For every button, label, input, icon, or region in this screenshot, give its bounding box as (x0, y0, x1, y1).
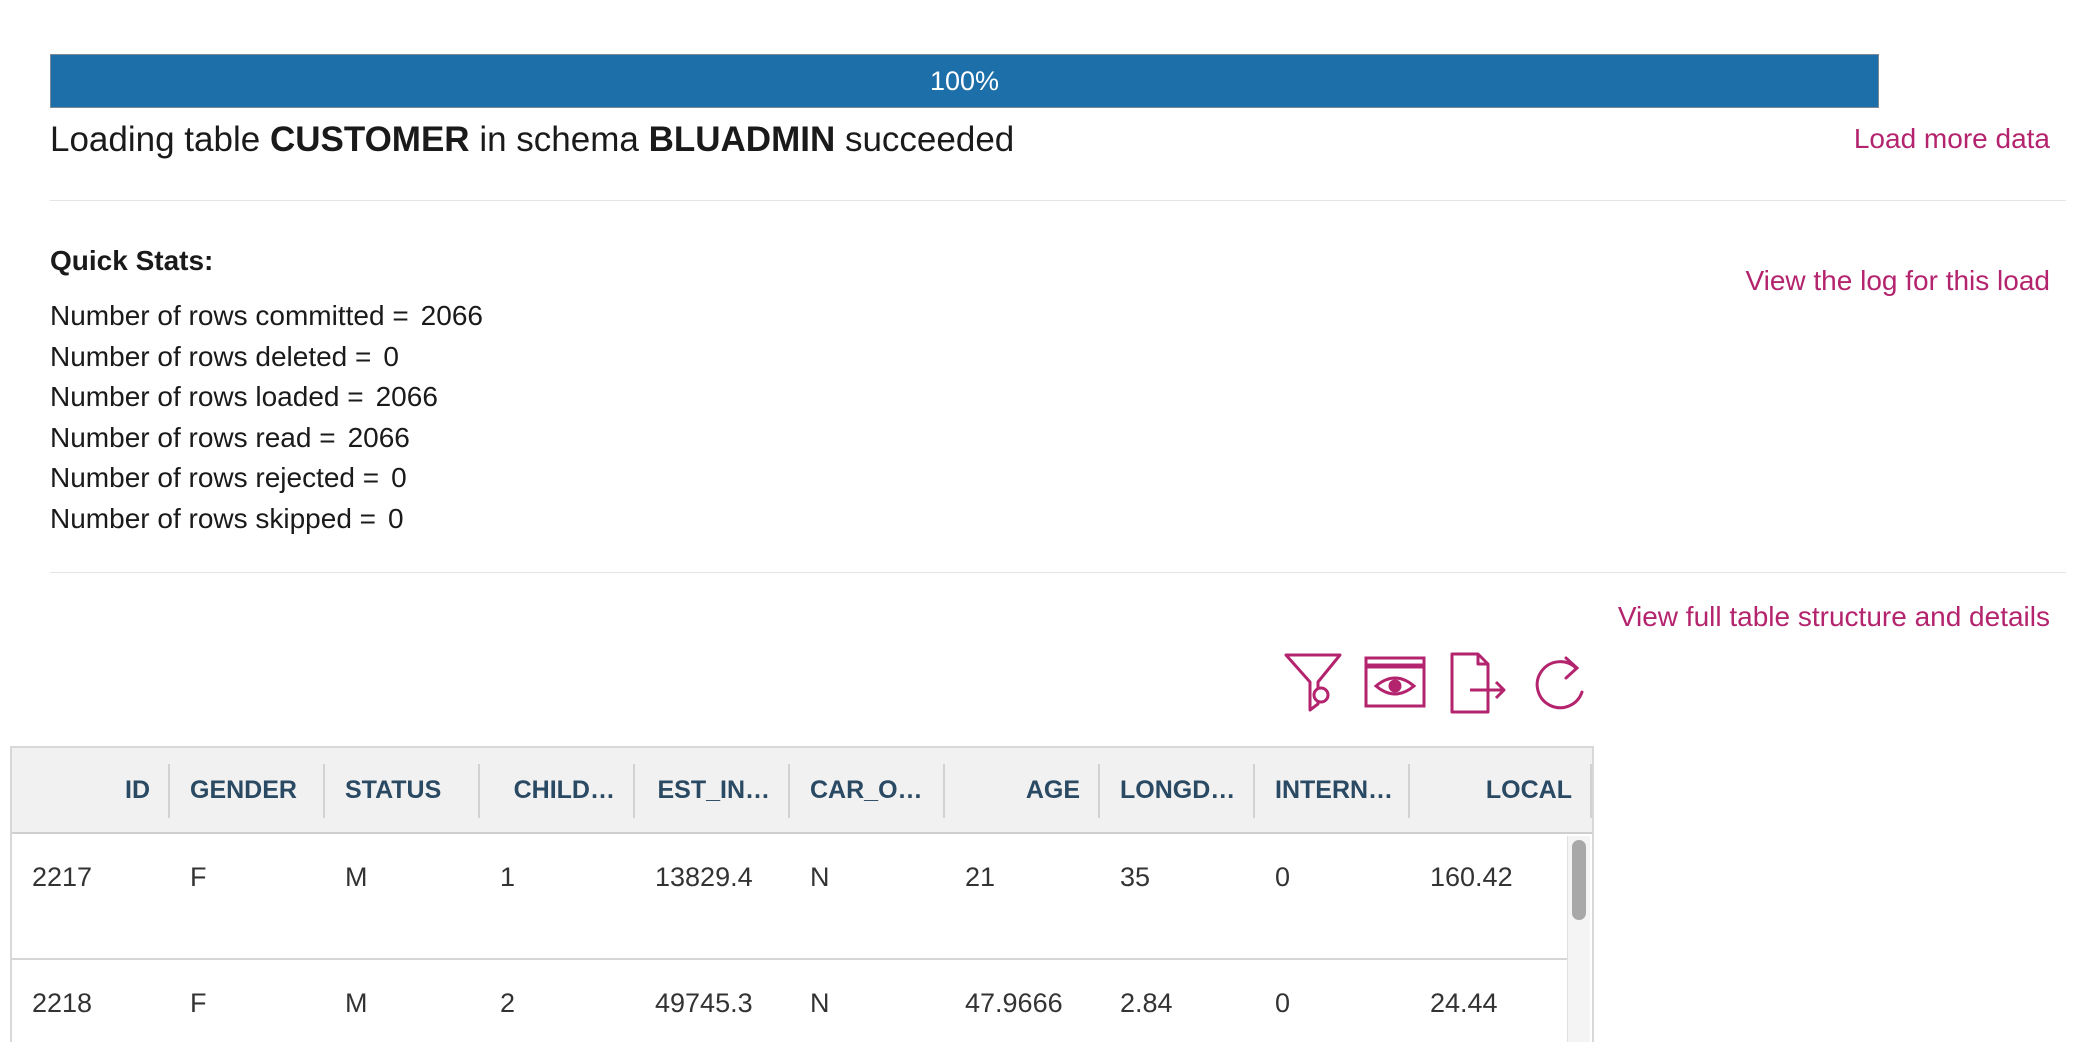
data-table: ID GENDER STATUS CHILD… EST_IN… CAR_O… A… (10, 746, 1594, 1042)
load-status-title: Loading table CUSTOMER in schema BLUADMI… (50, 118, 1014, 162)
title-prefix: Loading table (50, 120, 261, 159)
table-cell: F (190, 988, 207, 1018)
column-header-label: CHILD… (513, 775, 615, 804)
column-header-label: LOCAL (1485, 775, 1572, 804)
column-header-id[interactable]: ID (12, 748, 170, 832)
column-header-longdistance[interactable]: LONGD… (1100, 748, 1255, 832)
table-row[interactable]: 2217 F M 1 13829.4 N 21 35 0 160.42 (12, 834, 1568, 960)
stat-label: Number of rows read = (50, 421, 336, 453)
table-cell: 47.9666 (965, 988, 1063, 1018)
filter-icon[interactable] (1282, 652, 1344, 714)
column-header-label: GENDER (190, 775, 297, 804)
table-cell: 0 (1275, 862, 1291, 892)
load-result-page: 100% Loading table CUSTOMER in schema BL… (0, 0, 2088, 1042)
table-cell: 21 (965, 862, 996, 892)
table-cell: M (345, 988, 368, 1018)
table-cell: 2.84 (1120, 988, 1173, 1018)
column-header-gender[interactable]: GENDER (170, 748, 325, 832)
column-header-label: CAR_O… (810, 775, 923, 804)
table-body: 2217 F M 1 13829.4 N 21 35 0 160.42 2218… (12, 834, 1568, 1042)
stat-value: 2066 (420, 300, 483, 331)
column-header-local[interactable]: LOCAL (1410, 748, 1592, 832)
column-header-children[interactable]: CHILD… (480, 748, 635, 832)
view-log-link[interactable]: View the log for this load (1745, 264, 2050, 298)
table-name: CUSTOMER (269, 120, 470, 159)
table-cell: N (810, 862, 830, 892)
refresh-icon[interactable] (1528, 652, 1590, 714)
column-header-status[interactable]: STATUS (325, 748, 480, 832)
table-cell: N (810, 988, 830, 1018)
stat-label: Number of rows deleted = (50, 340, 372, 372)
schema-name: BLUADMIN (648, 120, 836, 159)
stat-row-rejected: Number of rows rejected = 0 (50, 458, 483, 499)
divider (50, 200, 2066, 201)
stat-row-read: Number of rows read = 2066 (50, 418, 483, 459)
column-header-label: INTERN… (1275, 775, 1394, 804)
quick-stats-list: Number of rows committed = 2066 Number of… (50, 296, 483, 539)
table-row[interactable]: 2218 F M 2 49745.3 N 47.9666 2.84 0 24.4… (12, 960, 1568, 1042)
stat-label: Number of rows skipped = (50, 502, 377, 534)
progress-label: 100% (929, 65, 1000, 96)
stat-value: 0 (388, 502, 404, 534)
view-table-structure-link[interactable]: View full table structure and details (1618, 600, 2050, 634)
table-cell: 0 (1275, 988, 1291, 1018)
stat-row-committed: Number of rows committed = 2066 (50, 296, 483, 337)
stat-value: 0 (383, 340, 399, 372)
stat-value: 2066 (375, 381, 438, 412)
table-cell: 13829.4 (655, 862, 753, 892)
stat-value: 2066 (347, 421, 410, 453)
divider (50, 572, 2066, 573)
table-cell: 2217 (32, 862, 93, 892)
stat-label: Number of rows loaded = (50, 381, 364, 412)
table-cell: 49745.3 (655, 988, 753, 1018)
column-header-est-income[interactable]: EST_IN… (635, 748, 790, 832)
table-cell: M (345, 862, 368, 892)
column-header-label: EST_IN… (657, 775, 770, 804)
table-scrollbar[interactable] (1567, 836, 1590, 1042)
title-suffix: succeeded (844, 120, 1015, 159)
column-header-label: AGE (1025, 775, 1080, 804)
column-header-label: STATUS (345, 775, 442, 804)
stat-row-deleted: Number of rows deleted = 0 (50, 337, 483, 378)
column-header-car-owner[interactable]: CAR_O… (790, 748, 945, 832)
column-header-age[interactable]: AGE (945, 748, 1100, 832)
stat-value: 0 (391, 462, 407, 493)
preview-icon[interactable] (1364, 652, 1426, 714)
title-middle: in schema (479, 120, 639, 159)
stat-label: Number of rows committed = (50, 300, 409, 331)
stat-row-skipped: Number of rows skipped = 0 (50, 499, 483, 540)
column-header-international[interactable]: INTERN… (1255, 748, 1410, 832)
table-cell: 2218 (32, 988, 93, 1018)
scrollbar-thumb[interactable] (1572, 840, 1586, 920)
table-cell: 24.44 (1430, 988, 1498, 1018)
stat-row-loaded: Number of rows loaded = 2066 (50, 377, 483, 418)
table-toolbar (1282, 652, 1590, 714)
table-header: ID GENDER STATUS CHILD… EST_IN… CAR_O… A… (12, 748, 1592, 834)
column-header-label: LONGD… (1120, 775, 1236, 804)
quick-stats-heading: Quick Stats: (50, 245, 214, 276)
progress-bar: 100% (50, 54, 1879, 108)
export-icon[interactable] (1446, 652, 1508, 714)
column-header-label: ID (125, 775, 150, 804)
load-more-data-link[interactable]: Load more data (1854, 122, 2050, 156)
table-cell: F (190, 862, 207, 892)
table-cell: 1 (500, 862, 516, 892)
stat-label: Number of rows rejected = (50, 462, 380, 493)
table-cell: 35 (1120, 862, 1151, 892)
table-cell: 2 (500, 988, 516, 1018)
column-separator[interactable] (1590, 764, 1592, 818)
table-cell: 160.42 (1430, 862, 1513, 892)
